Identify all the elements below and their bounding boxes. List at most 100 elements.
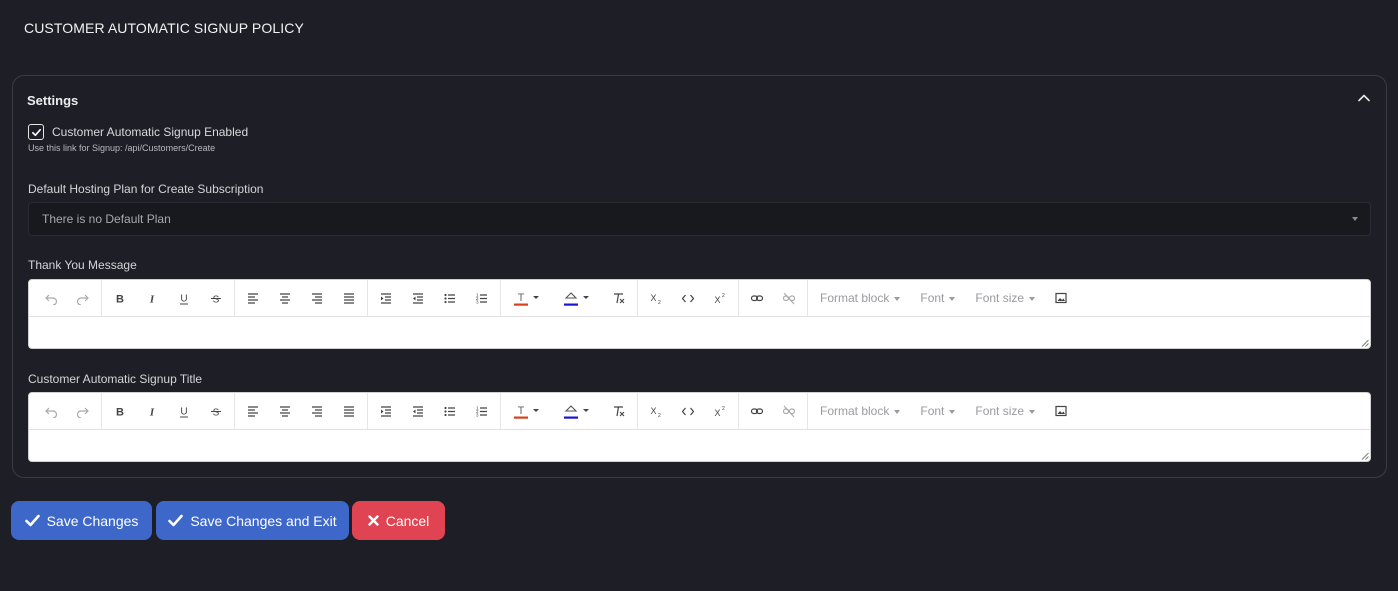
resize-grip-icon[interactable] <box>1361 452 1369 460</box>
save-button-label: Save Changes <box>46 512 139 529</box>
underline-button[interactable]: U <box>168 284 200 312</box>
bold-button[interactable]: B <box>104 284 136 312</box>
code-view-button[interactable] <box>672 284 704 312</box>
clear-format-button[interactable] <box>603 397 635 425</box>
redo-button[interactable] <box>67 397 99 425</box>
clear-format-icon <box>614 406 625 417</box>
italic-icon: I <box>149 294 155 306</box>
toolbar-group <box>739 280 808 316</box>
font-dropdown[interactable]: Font <box>910 397 965 425</box>
align-center-button[interactable] <box>269 397 301 425</box>
svg-text:B: B <box>116 407 124 419</box>
hosting-plan-select[interactable]: There is no Default Plan <box>28 202 1371 236</box>
chevron-up-icon[interactable] <box>1356 90 1372 106</box>
caret-down-icon <box>949 296 956 301</box>
link-button[interactable] <box>741 284 773 312</box>
strikethrough-button[interactable]: S <box>200 397 232 425</box>
superscript-button[interactable]: X2 <box>704 397 736 425</box>
highlight-color-icon <box>564 405 589 419</box>
svg-text:S: S <box>213 408 220 419</box>
image-button[interactable] <box>1045 397 1077 425</box>
font-size-dropdown[interactable]: Font size <box>965 397 1045 425</box>
align-center-button[interactable] <box>269 284 301 312</box>
align-left-button[interactable] <box>237 284 269 312</box>
numbered-list-button[interactable]: 123 <box>466 397 498 425</box>
underline-button[interactable]: U <box>168 397 200 425</box>
image-button[interactable] <box>1045 284 1077 312</box>
image-icon <box>1055 292 1067 304</box>
svg-text:X: X <box>651 406 657 416</box>
toolbar-group <box>33 393 102 429</box>
numbered-list-button[interactable]: 123 <box>466 284 498 312</box>
strikethrough-button[interactable]: S <box>200 284 232 312</box>
format-block-dropdown[interactable]: Format block <box>810 397 910 425</box>
caret-down-icon <box>949 409 956 414</box>
cancel-button[interactable]: Cancel <box>352 501 445 540</box>
text-color-icon: T <box>514 292 539 306</box>
undo-button[interactable] <box>35 397 67 425</box>
format-block-label: Format block <box>820 404 890 418</box>
redo-button[interactable] <box>67 284 99 312</box>
thank-you-label: Thank You Message <box>28 258 137 272</box>
highlight-color-button[interactable] <box>553 397 603 425</box>
outdent-button[interactable] <box>402 284 434 312</box>
text-color-button[interactable]: T <box>503 284 553 312</box>
signup-enabled-checkbox[interactable] <box>28 124 44 140</box>
format-block-dropdown[interactable]: Format block <box>810 284 910 312</box>
indent-button[interactable] <box>370 397 402 425</box>
settings-header[interactable]: Settings <box>27 92 1372 110</box>
signup-title-editor-body[interactable] <box>29 430 1370 461</box>
italic-button[interactable]: I <box>136 397 168 425</box>
font-size-dropdown[interactable]: Font size <box>965 284 1045 312</box>
unlink-icon <box>782 405 796 418</box>
unlink-button[interactable] <box>773 397 805 425</box>
toolbar-group: 123 <box>368 393 501 429</box>
align-justify-icon <box>344 406 354 417</box>
align-right-button[interactable] <box>301 397 333 425</box>
link-button[interactable] <box>741 397 773 425</box>
toolbar-group <box>33 280 102 316</box>
align-center-icon <box>280 293 290 304</box>
svg-text:X: X <box>715 295 721 305</box>
align-left-icon <box>248 293 258 304</box>
subscript-button[interactable]: X2 <box>640 397 672 425</box>
save-button[interactable]: Save Changes <box>11 501 152 540</box>
code-view-button[interactable] <box>672 397 704 425</box>
align-right-icon <box>312 406 322 417</box>
align-justify-icon <box>344 293 354 304</box>
subscript-button[interactable]: X2 <box>640 284 672 312</box>
outdent-button[interactable] <box>402 397 434 425</box>
unlink-icon <box>782 292 796 305</box>
outdent-icon <box>413 406 423 417</box>
bullet-list-icon <box>444 293 455 304</box>
signup-enabled-label: Customer Automatic Signup Enabled <box>52 125 249 139</box>
save-exit-button[interactable]: Save Changes and Exit <box>156 501 349 540</box>
svg-text:U: U <box>180 407 187 418</box>
font-label: Font <box>920 404 945 418</box>
thank-you-editor-body[interactable] <box>29 317 1370 348</box>
align-right-button[interactable] <box>301 284 333 312</box>
unlink-button[interactable] <box>773 284 805 312</box>
text-color-button[interactable]: T <box>503 397 553 425</box>
resize-grip-icon[interactable] <box>1361 339 1369 347</box>
toolbar-group <box>739 393 808 429</box>
redo-icon <box>76 294 89 305</box>
superscript-button[interactable]: X2 <box>704 284 736 312</box>
bold-button[interactable]: B <box>104 397 136 425</box>
align-left-button[interactable] <box>237 397 269 425</box>
bullet-list-button[interactable] <box>434 284 466 312</box>
align-justify-button[interactable] <box>333 284 365 312</box>
italic-button[interactable]: I <box>136 284 168 312</box>
clear-format-button[interactable] <box>603 284 635 312</box>
highlight-color-button[interactable] <box>553 284 603 312</box>
indent-button[interactable] <box>370 284 402 312</box>
underline-icon: U <box>180 407 188 418</box>
toolbar-group: B I US <box>102 280 235 316</box>
align-justify-button[interactable] <box>333 397 365 425</box>
bullet-list-button[interactable] <box>434 397 466 425</box>
hosting-plan-value: There is no Default Plan <box>42 212 171 226</box>
undo-button[interactable] <box>35 284 67 312</box>
font-dropdown[interactable]: Font <box>910 284 965 312</box>
bold-icon: B <box>116 294 124 306</box>
svg-text:T: T <box>518 405 525 417</box>
